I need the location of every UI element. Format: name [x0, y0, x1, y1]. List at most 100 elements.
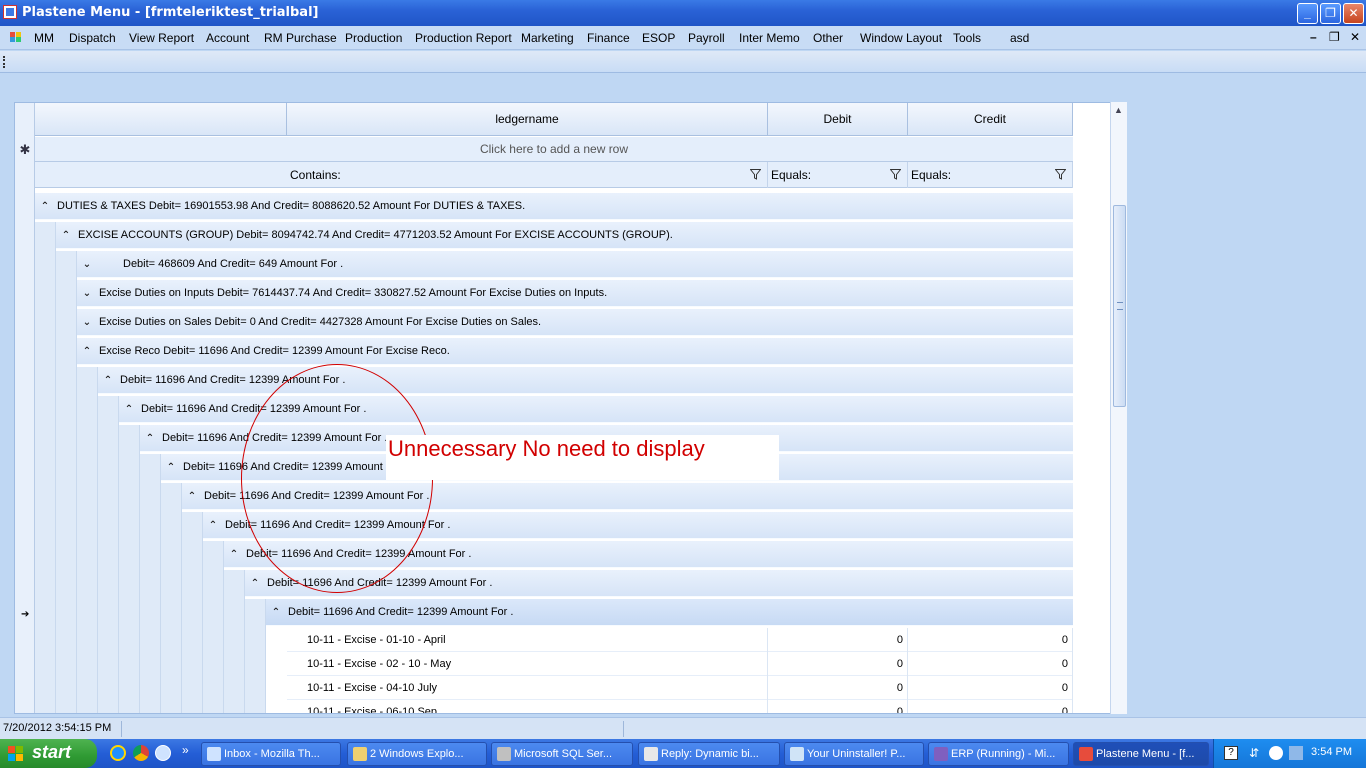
filter-funnel-icon[interactable]: [750, 169, 761, 180]
taskbar-button[interactable]: Your Uninstaller! P...: [784, 742, 924, 766]
menu-rm-purchase[interactable]: RM Purchase: [264, 31, 337, 45]
group-row[interactable]: ⌃ EXCISE ACCOUNTS (GROUP) Debit= 8094742.…: [56, 222, 1073, 249]
restore-button[interactable]: ❐: [1320, 3, 1341, 24]
collapse-chevron-icon[interactable]: ⌃: [161, 454, 181, 480]
cell-debit[interactable]: 0: [768, 700, 908, 713]
taskbar-button[interactable]: Reply: Dynamic bi...: [638, 742, 780, 766]
form-menu-icon[interactable]: [10, 32, 22, 42]
cell-ledgername[interactable]: 10-11 - Excise - 02 - 10 - May: [287, 652, 768, 676]
filter-debit[interactable]: Equals:: [768, 162, 908, 188]
collapse-chevron-icon[interactable]: ⌃: [77, 338, 97, 364]
menu-inter-memo[interactable]: Inter Memo: [739, 31, 800, 45]
cell-credit[interactable]: 0: [908, 628, 1073, 652]
filter-credit[interactable]: Equals:: [908, 162, 1073, 188]
tray-arrow-icon[interactable]: [1269, 746, 1283, 760]
table-row[interactable]: 10-11 - Excise - 06-10 Sep 0 0: [287, 700, 1073, 713]
cell-ledgername[interactable]: 10-11 - Excise - 04-10 July: [287, 676, 768, 700]
collapse-chevron-icon[interactable]: ⌃: [98, 367, 118, 393]
cell-debit[interactable]: 0: [768, 652, 908, 676]
expand-chevron-icon[interactable]: ⌄: [77, 309, 97, 335]
mdi-restore-button[interactable]: ❐: [1329, 30, 1340, 44]
group-row[interactable]: ⌃ Debit= 11696 And Credit= 12399 Amount F…: [266, 599, 1073, 626]
menu-mm[interactable]: MM: [34, 31, 54, 45]
filter-funnel-icon[interactable]: [1055, 169, 1066, 180]
group-indent-bar: [182, 512, 203, 713]
menu-production-report[interactable]: Production Report: [415, 31, 512, 45]
column-header-credit[interactable]: Credit: [908, 103, 1073, 136]
cell-credit[interactable]: 0: [908, 652, 1073, 676]
network-icon[interactable]: [1289, 746, 1303, 760]
help-icon[interactable]: ?: [1224, 746, 1238, 760]
internet-explorer-icon[interactable]: [110, 745, 126, 761]
taskbar-button[interactable]: Inbox - Mozilla Th...: [201, 742, 341, 766]
group-row[interactable]: ⌃ DUTIES & TAXES Debit= 16901553.98 And C…: [35, 193, 1073, 220]
collapse-chevron-icon[interactable]: ⌃: [266, 599, 286, 625]
app-icon[interactable]: [3, 5, 17, 19]
menu-marketing[interactable]: Marketing: [521, 31, 574, 45]
chrome-icon: [644, 747, 658, 761]
collapse-chevron-icon[interactable]: ⌃: [224, 541, 244, 567]
group-row[interactable]: ⌄ Debit= 468609 And Credit= 649 Amount Fo…: [77, 251, 1073, 278]
cell-credit[interactable]: 0: [908, 700, 1073, 713]
quick-launch-more-icon[interactable]: »: [182, 743, 189, 757]
group-header-cell[interactable]: [35, 103, 287, 136]
thunderbird-icon[interactable]: [155, 745, 171, 761]
filter-funnel-icon[interactable]: [890, 169, 901, 180]
minimize-button[interactable]: _: [1297, 3, 1318, 24]
taskbar-button-label: Microsoft SQL Ser...: [514, 748, 613, 760]
filter-ledgername[interactable]: Contains:: [287, 162, 768, 188]
collapse-chevron-icon[interactable]: ⌃: [203, 512, 223, 538]
notification-icon[interactable]: ⇵: [1249, 746, 1263, 760]
vertical-scrollbar[interactable]: ▲: [1110, 102, 1127, 714]
group-indent-bar: [140, 454, 161, 713]
group-row[interactable]: ⌄ Excise Duties on Sales Debit= 0 And Cre…: [77, 309, 1073, 336]
menu-tools[interactable]: Tools: [953, 31, 981, 45]
mdi-close-button[interactable]: ✕: [1350, 30, 1360, 44]
table-row[interactable]: 10-11 - Excise - 01-10 - April 0 0: [287, 628, 1073, 652]
group-indent-bar: [35, 222, 56, 713]
menu-esop[interactable]: ESOP: [642, 31, 675, 45]
table-row[interactable]: 10-11 - Excise - 02 - 10 - May 0 0: [287, 652, 1073, 676]
scroll-thumb[interactable]: [1113, 205, 1126, 407]
menu-production[interactable]: Production: [345, 31, 402, 45]
taskbar-button[interactable]: Microsoft SQL Ser...: [491, 742, 633, 766]
chrome-icon[interactable]: [133, 745, 149, 761]
menu-payroll[interactable]: Payroll: [688, 31, 725, 45]
collapse-chevron-icon[interactable]: ⌃: [245, 570, 265, 596]
menu-account[interactable]: Account: [206, 31, 249, 45]
cell-ledgername[interactable]: 10-11 - Excise - 01-10 - April: [287, 628, 768, 652]
taskbar-button[interactable]: 2 Windows Explo...: [347, 742, 487, 766]
menu-dispatch[interactable]: Dispatch: [69, 31, 116, 45]
add-new-row[interactable]: Click here to add a new row: [35, 137, 1073, 162]
menu-asd[interactable]: asd: [1010, 31, 1029, 45]
group-row[interactable]: ⌃ Debit= 11696 And Credit= 12399 Amount F…: [98, 367, 1073, 394]
status-bar: 7/20/2012 3:54:15 PM: [0, 717, 1366, 739]
collapse-chevron-icon[interactable]: ⌃: [182, 483, 202, 509]
cell-ledgername[interactable]: 10-11 - Excise - 06-10 Sep: [287, 700, 768, 713]
taskbar-button[interactable]: ERP (Running) - Mi...: [928, 742, 1069, 766]
expand-chevron-icon[interactable]: ⌄: [77, 280, 97, 306]
cell-debit[interactable]: 0: [768, 628, 908, 652]
collapse-chevron-icon[interactable]: ⌃: [35, 193, 55, 219]
taskbar-button[interactable]: Plastene Menu - [f...: [1073, 742, 1209, 766]
column-header-ledgername[interactable]: ledgername: [287, 103, 768, 136]
group-row[interactable]: ⌃ Excise Reco Debit= 11696 And Credit= 12…: [77, 338, 1073, 365]
menu-finance[interactable]: Finance: [587, 31, 630, 45]
scroll-up-arrow-icon[interactable]: ▲: [1114, 105, 1123, 115]
collapse-chevron-icon[interactable]: ⌃: [119, 396, 139, 422]
group-row[interactable]: ⌄ Excise Duties on Inputs Debit= 7614437.…: [77, 280, 1073, 307]
close-button[interactable]: ✕: [1343, 3, 1364, 24]
toolbar-grip[interactable]: [3, 56, 5, 68]
table-row[interactable]: 10-11 - Excise - 04-10 July 0 0: [287, 676, 1073, 700]
cell-debit[interactable]: 0: [768, 676, 908, 700]
menu-view-report[interactable]: View Report: [129, 31, 194, 45]
cell-credit[interactable]: 0: [908, 676, 1073, 700]
menu-window-layout[interactable]: Window Layout: [860, 31, 942, 45]
start-button[interactable]: start: [0, 739, 97, 768]
column-header-debit[interactable]: Debit: [768, 103, 908, 136]
mdi-minimize-button[interactable]: –: [1310, 30, 1317, 44]
collapse-chevron-icon[interactable]: ⌃: [56, 222, 76, 248]
menu-other[interactable]: Other: [813, 31, 843, 45]
collapse-chevron-icon[interactable]: ⌃: [140, 425, 160, 451]
expand-chevron-icon[interactable]: ⌄: [77, 251, 97, 277]
